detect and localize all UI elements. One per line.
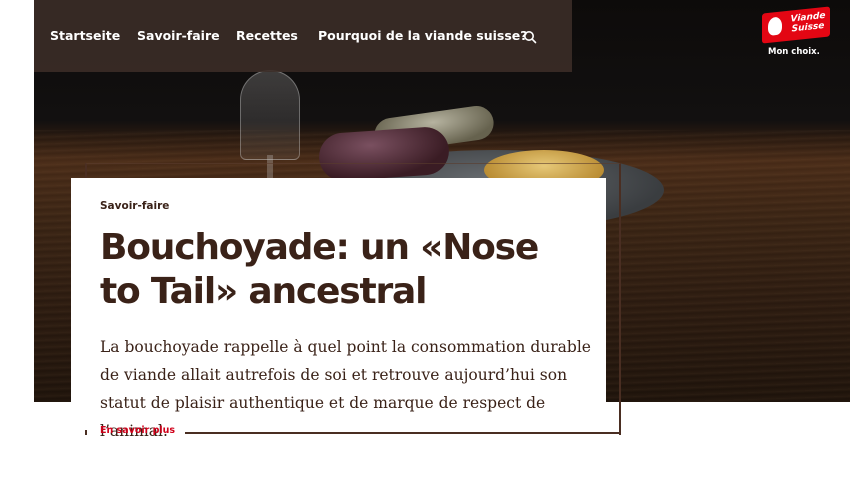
logo-badge: Viande Suisse — [762, 6, 830, 44]
search-icon[interactable] — [522, 29, 538, 45]
logo-wordmark: Viande Suisse — [786, 10, 830, 35]
article-title-line1: Bouchoyade: un «Nose — [100, 227, 539, 268]
logo-emblem-icon — [768, 16, 782, 36]
logo-tagline: Mon choix. — [768, 47, 820, 57]
article-category[interactable]: Savoir-faire — [100, 200, 169, 212]
read-more-divider — [185, 432, 621, 434]
read-more-link[interactable]: En savoir plus — [100, 425, 175, 436]
nav-item-recettes[interactable]: Recettes — [236, 28, 298, 43]
wine-glass — [240, 70, 300, 160]
nav-item-startseite[interactable]: Startseite — [50, 28, 120, 43]
article-title: Bouchoyade: un «Nose to Tail» ancestral — [100, 226, 600, 314]
top-navigation: Startseite Savoir-faire Recettes Pourquo… — [34, 0, 572, 72]
nav-item-savoir-faire[interactable]: Savoir-faire — [137, 28, 220, 43]
nav-item-pourquoi[interactable]: Pourquoi de la viande suisse? — [318, 28, 528, 43]
viande-suisse-logo[interactable]: Viande Suisse Mon choix. — [760, 6, 832, 60]
article-title-line2: to Tail» ancestral — [100, 271, 427, 312]
